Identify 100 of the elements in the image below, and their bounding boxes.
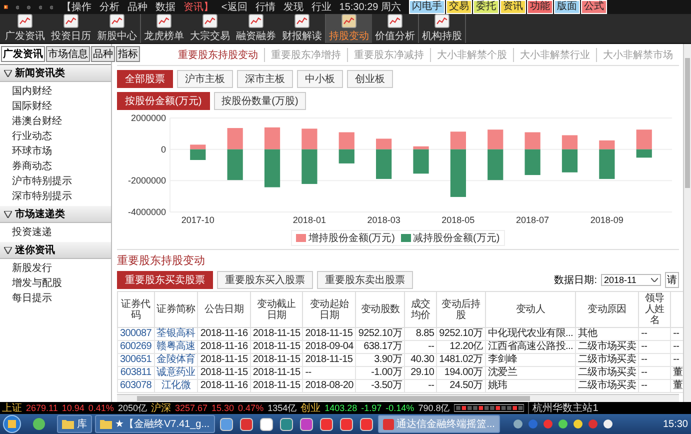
toolbar-button[interactable]: 广发资讯 [2, 14, 48, 43]
toolbar-button[interactable]: 大宗交易 [187, 14, 233, 43]
stock-link[interactable]: 金陵体育 [154, 354, 198, 366]
toolbar-button[interactable]: 龙虎榜单 [141, 14, 187, 43]
sidebar-link[interactable]: 深市特别提示 [12, 189, 72, 203]
toolbar-button[interactable]: 机构持股 [419, 14, 465, 43]
start-icon[interactable] [3, 415, 21, 433]
sidebar-link[interactable]: 国内财经 [12, 84, 56, 98]
quick-button[interactable]: 版面 [554, 0, 580, 14]
menu-item[interactable]: 发现 [283, 0, 304, 14]
sidebar-link[interactable]: 投资速递 [12, 225, 56, 239]
section-header[interactable]: 迷你资讯 [0, 242, 111, 259]
quick-button[interactable]: 资讯 [500, 0, 526, 14]
tray-icon[interactable] [572, 419, 583, 429]
vertical-scrollbar[interactable] [683, 44, 691, 402]
stock-link[interactable]: 荃银高科 [154, 328, 198, 340]
sidebar-link[interactable]: 券商动态 [12, 159, 56, 173]
table-cell: 2018-11-15 [198, 354, 250, 366]
filter-button[interactable]: 重要股东买入股票 [217, 271, 313, 289]
table-cell: -- [404, 340, 437, 354]
menu-item[interactable]: 行情 [255, 0, 276, 14]
app-icon[interactable] [320, 418, 333, 430]
query-button[interactable]: 请 [665, 272, 679, 288]
table-cell: 2018-11-15 [250, 328, 303, 340]
taskbar-window[interactable]: 库 [57, 415, 92, 433]
app-icon[interactable] [360, 418, 373, 430]
quick-button[interactable]: 交易 [446, 0, 472, 14]
menu-item[interactable]: 数据 [155, 0, 176, 14]
sidebar-link[interactable]: 港澳台财经 [12, 114, 62, 128]
app-logo-icon [4, 2, 8, 12]
stock-link[interactable]: 300651 [118, 354, 154, 366]
stock-link[interactable]: 诚意药业 [154, 366, 198, 380]
quick-button[interactable]: 功能 [527, 0, 553, 14]
stock-link[interactable]: 603078 [118, 380, 154, 392]
date-select[interactable]: 2018-11 [601, 274, 661, 286]
menu-item[interactable]: 【操作 [61, 0, 92, 14]
tray-icon[interactable] [602, 419, 613, 429]
table-cell: 其他 [575, 328, 639, 340]
table-cell: 2018-11-15 [250, 366, 303, 380]
filter-button[interactable]: 创业板 [347, 70, 393, 88]
table-cell: 二级市场买卖 [575, 380, 639, 392]
section-header[interactable]: 新闻资讯类 [0, 65, 111, 82]
app-icon[interactable] [260, 418, 273, 430]
table-cell: 40.30 [404, 354, 437, 366]
sidebar-link[interactable]: 沪市特别提示 [12, 174, 72, 188]
stock-link[interactable]: 600269 [118, 340, 154, 354]
axis-label: 2017-10 [181, 215, 214, 225]
filter-button[interactable]: 中小板 [297, 70, 343, 88]
collapse-icon[interactable] [4, 70, 12, 76]
sidebar-link[interactable]: 增发与配股 [12, 276, 62, 290]
toolbar-button[interactable]: 融资融券 [233, 14, 279, 43]
filter-button[interactable]: 重要股东卖出股票 [317, 271, 413, 289]
sidebar-tab[interactable]: 广发资讯 [1, 46, 45, 62]
sidebar-tab[interactable]: 指标 [116, 46, 140, 62]
menu-item[interactable]: 行业 [311, 0, 332, 14]
browser-icon[interactable] [32, 417, 46, 431]
sidebar-tab[interactable]: 品种 [91, 46, 115, 62]
stock-link[interactable]: 赣粤高速 [154, 340, 198, 354]
toolbar-button[interactable]: 价值分析 [372, 14, 418, 43]
app-icon[interactable] [280, 418, 293, 430]
menu-item[interactable]: 品种 [127, 0, 148, 14]
app-icon[interactable] [340, 418, 353, 430]
sidebar-link[interactable]: 环球市场 [12, 144, 56, 158]
collapse-icon[interactable] [4, 246, 12, 254]
toolbar-button[interactable]: 投资日历 [48, 14, 94, 43]
stock-link[interactable]: 江化微 [154, 380, 198, 392]
filter-button[interactable]: 沪市主板 [177, 70, 233, 88]
tray-icon[interactable] [558, 419, 568, 429]
filter-button[interactable]: 按股份金额(万元) [117, 92, 210, 110]
stock-link[interactable]: 300087 [118, 328, 154, 340]
quick-button[interactable]: 委托 [473, 0, 499, 14]
chart-icon [293, 14, 311, 28]
sidebar-tab[interactable]: 市场信息 [46, 46, 90, 62]
filter-button[interactable]: 重要股东买卖股票 [117, 271, 213, 289]
tray-icon[interactable] [512, 419, 523, 429]
report-tab[interactable]: 重要股东持股变动 [172, 48, 264, 62]
app-icon[interactable] [300, 418, 313, 430]
filter-button[interactable]: 按股份数量(万股) [214, 92, 306, 110]
taskbar-window[interactable]: ★【金融终V7.41_g... [95, 415, 215, 433]
filter-button[interactable]: 深市主板 [237, 70, 293, 88]
index-turnover: 1354亿 [268, 402, 297, 414]
stock-link[interactable]: 603811 [118, 366, 154, 380]
menu-item[interactable]: 分析 [99, 0, 120, 14]
app-icon[interactable] [240, 418, 253, 430]
axis-label: -2000000 [128, 176, 166, 186]
quick-button[interactable]: 闪电手 [409, 0, 445, 14]
quick-button[interactable]: 公式 [581, 0, 607, 14]
filter-button[interactable]: 全部股票 [117, 70, 173, 88]
sidebar-link[interactable]: 行业动态 [12, 129, 56, 143]
sidebar-link[interactable]: 每日提示 [12, 291, 56, 305]
collapse-icon[interactable] [4, 210, 12, 218]
sidebar-link[interactable]: 新股发行 [12, 261, 56, 275]
menu-item[interactable]: <返回 [221, 0, 248, 14]
sidebar-link[interactable]: 国际财经 [12, 99, 56, 113]
toolbar-button[interactable]: 持股变动 [326, 14, 372, 43]
toolbar-button[interactable]: 财报解读 [279, 14, 325, 43]
horizontal-scrollbar[interactable] [117, 394, 679, 402]
toolbar-button[interactable]: 新股中心 [94, 14, 140, 43]
app-icon[interactable] [220, 418, 233, 430]
section-header[interactable]: 市场速递类 [0, 206, 111, 223]
